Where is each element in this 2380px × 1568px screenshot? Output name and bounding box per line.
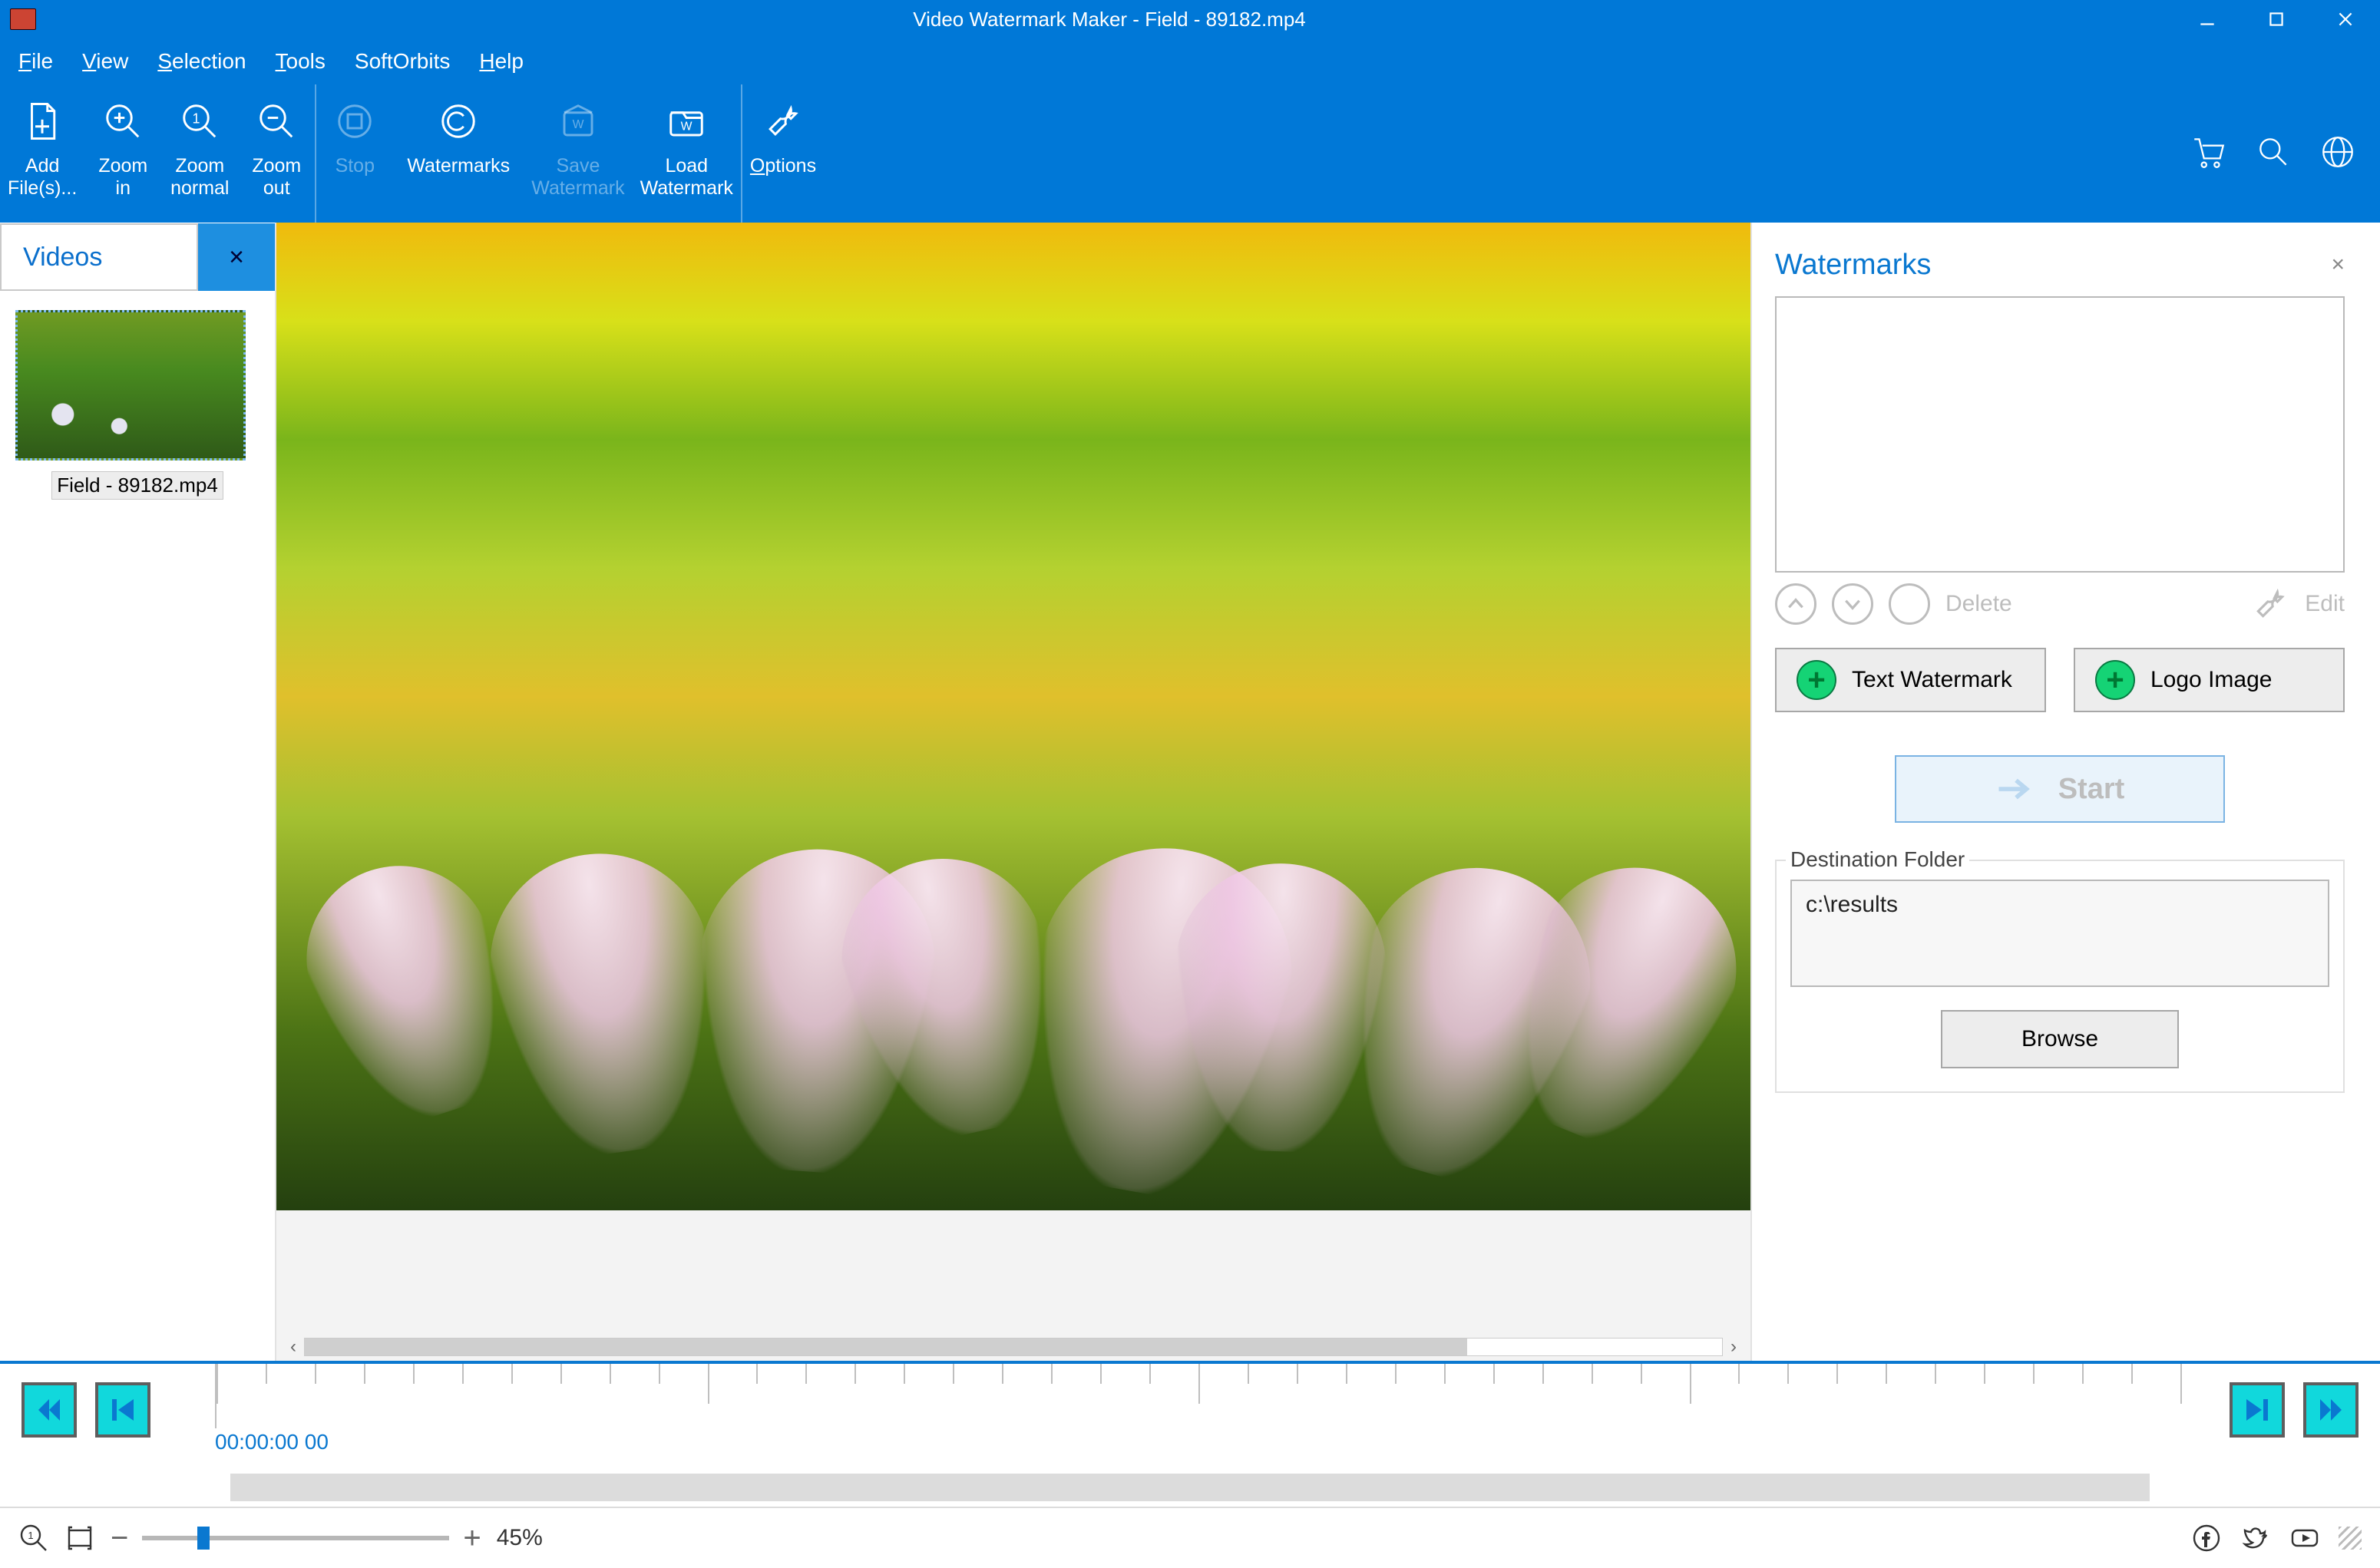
step-back-button[interactable] <box>95 1382 150 1438</box>
edit-wrench-icon[interactable] <box>2251 585 2289 623</box>
zoom-normal-icon: 1 <box>177 98 223 144</box>
plus-icon: + <box>2095 660 2135 700</box>
resize-grip-icon[interactable] <box>2339 1527 2362 1550</box>
wrench-icon <box>760 98 806 144</box>
logo-image-button[interactable]: + Logo Image <box>2074 648 2345 712</box>
zoom-plus-icon[interactable]: + <box>463 1521 481 1556</box>
svg-text:W: W <box>573 118 584 131</box>
watermarks-list[interactable] <box>1775 296 2345 573</box>
save-watermark-button: W Save Watermark <box>524 84 632 223</box>
twitter-icon[interactable] <box>2240 1523 2271 1553</box>
videos-tab[interactable]: Videos <box>0 223 198 291</box>
save-watermark-icon: W <box>555 98 601 144</box>
svg-text:W: W <box>681 120 693 133</box>
add-file-icon <box>19 98 65 144</box>
ribbon: Add File(s)... Zoom in 1 Zoom normal Zoo… <box>0 84 2380 223</box>
video-thumbnail[interactable] <box>15 310 246 460</box>
menu-view[interactable]: View <box>82 49 128 74</box>
watermark-tools: Delete Edit <box>1775 583 2345 625</box>
facebook-icon[interactable] <box>2191 1523 2222 1553</box>
scroll-left-arrow-icon[interactable]: ‹ <box>283 1336 304 1358</box>
start-button[interactable]: Start <box>1895 755 2225 823</box>
video-preview[interactable] <box>276 223 1750 1210</box>
menu-tools[interactable]: Tools <box>276 49 326 74</box>
destination-folder-group: Destination Folder c:\results Browse <box>1775 860 2345 1093</box>
timeline-scrubber[interactable] <box>230 1474 2150 1501</box>
load-watermark-button[interactable]: W Load Watermark <box>633 84 741 223</box>
titlebar: Video Watermark Maker - Field - 89182.mp… <box>0 0 2380 38</box>
load-watermark-icon: W <box>663 98 709 144</box>
text-watermark-button[interactable]: + Text Watermark <box>1775 648 2046 712</box>
timecode-label: 00:00:00 00 <box>215 1430 2180 1454</box>
zoom-slider[interactable]: − + <box>111 1521 481 1556</box>
move-down-button[interactable] <box>1832 583 1873 625</box>
zoom-out-button[interactable]: Zoom out <box>238 84 315 223</box>
statusbar: 1 − + 45% <box>0 1507 2380 1568</box>
watermarks-panel-title: Watermarks <box>1775 249 2331 282</box>
arrow-right-icon <box>1995 774 2037 804</box>
globe-icon[interactable] <box>2319 133 2357 175</box>
stop-button: Stop <box>316 84 393 223</box>
edit-label: Edit <box>2305 591 2345 617</box>
youtube-icon[interactable] <box>2289 1523 2320 1553</box>
menu-selection[interactable]: Selection <box>157 49 246 74</box>
move-up-button[interactable] <box>1775 583 1816 625</box>
plus-icon: + <box>1797 660 1836 700</box>
zoom-in-icon <box>100 98 146 144</box>
watermarks-button[interactable]: Watermarks <box>393 84 524 223</box>
window-title: Video Watermark Maker - Field - 89182.mp… <box>46 8 2173 31</box>
zoom-out-icon <box>253 98 299 144</box>
step-forward-button[interactable] <box>2230 1382 2285 1438</box>
preview-padding <box>276 1210 1750 1333</box>
menubar: File View Selection Tools SoftOrbits Hel… <box>0 38 2380 84</box>
destination-folder-legend: Destination Folder <box>1786 847 1969 872</box>
options-button[interactable]: Options <box>742 84 824 223</box>
timeline: 00:00:00 00 <box>0 1361 2380 1507</box>
copyright-icon <box>435 98 481 144</box>
menu-file[interactable]: File <box>18 49 53 74</box>
scroll-right-arrow-icon[interactable]: › <box>1723 1336 1744 1358</box>
ribbon-right-tools <box>2190 84 2357 223</box>
menu-help[interactable]: Help <box>479 49 524 74</box>
minimize-button[interactable] <box>2173 0 2242 38</box>
timeline-ruler[interactable] <box>215 1364 2180 1428</box>
main-area: Videos × Field - 89182.mp4 ‹ › <box>0 223 2380 1361</box>
browse-button[interactable]: Browse <box>1941 1010 2179 1068</box>
videos-tab-close[interactable]: × <box>198 223 275 291</box>
search-icon[interactable] <box>2254 133 2292 175</box>
svg-text:1: 1 <box>193 111 200 126</box>
close-button[interactable] <box>2311 0 2380 38</box>
add-files-button[interactable]: Add File(s)... <box>0 84 84 223</box>
menu-softorbits[interactable]: SoftOrbits <box>355 49 450 74</box>
cart-icon[interactable] <box>2190 133 2228 175</box>
remove-button[interactable] <box>1889 583 1930 625</box>
videos-panel: Videos × Field - 89182.mp4 <box>0 223 276 1361</box>
preview-hscrollbar[interactable]: ‹ › <box>276 1333 1750 1361</box>
zoom-normal-button[interactable]: 1 Zoom normal <box>161 84 238 223</box>
zoom-actual-icon[interactable]: 1 <box>18 1523 49 1553</box>
stop-icon <box>332 98 378 144</box>
svg-text:1: 1 <box>28 1530 33 1541</box>
canvas-column: ‹ › <box>276 223 1750 1361</box>
zoom-in-button[interactable]: Zoom in <box>84 84 161 223</box>
zoom-value: 45% <box>497 1525 543 1551</box>
skip-back-button[interactable] <box>21 1382 77 1438</box>
maximize-button[interactable] <box>2242 0 2311 38</box>
delete-label: Delete <box>1945 591 2012 617</box>
skip-forward-button[interactable] <box>2303 1382 2359 1438</box>
video-thumbnail-caption: Field - 89182.mp4 <box>51 471 223 500</box>
destination-folder-field[interactable]: c:\results <box>1790 880 2329 987</box>
watermarks-panel: Watermarks × Delete Edit + Text Watermar… <box>1750 223 2380 1361</box>
watermarks-panel-close[interactable]: × <box>2331 252 2345 278</box>
fit-screen-icon[interactable] <box>64 1523 95 1553</box>
window-controls <box>2173 0 2380 38</box>
app-icon <box>0 0 46 38</box>
zoom-minus-icon[interactable]: − <box>111 1521 128 1556</box>
